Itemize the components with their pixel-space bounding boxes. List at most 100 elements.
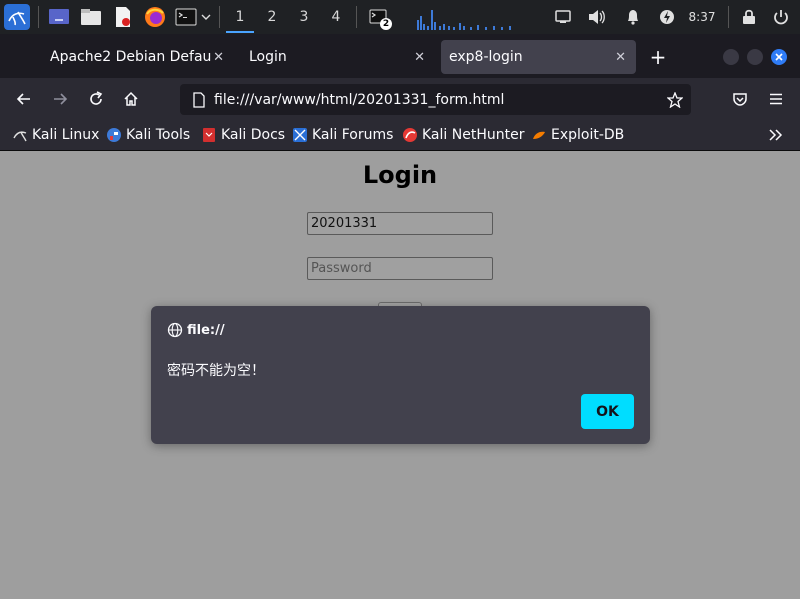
tab-close-icon[interactable]: ✕ — [414, 40, 425, 74]
workspace-label: 3 — [299, 9, 309, 25]
folder-icon — [81, 9, 101, 25]
tab-strip: Apache2 Debian Default Page ✕ Login ✕ ex… — [0, 34, 800, 78]
window-count-badge: 2 — [380, 18, 392, 30]
lock-screen-button[interactable] — [738, 0, 760, 34]
text-editor-button[interactable] — [107, 0, 139, 34]
cpu-graph — [417, 10, 511, 30]
home-icon — [124, 91, 138, 106]
taskbar-separator — [38, 6, 39, 28]
taskbar-separator — [356, 6, 357, 28]
password-input[interactable] — [307, 257, 493, 280]
bookmark-kali-tools[interactable]: Kali Tools — [106, 120, 190, 150]
volume-icon — [589, 10, 605, 24]
tab-label: Login — [249, 49, 287, 65]
power-manager-button[interactable] — [656, 0, 678, 34]
terminal-icon — [175, 8, 197, 26]
navigation-toolbar: file:///var/www/html/20201331_form.html — [0, 78, 800, 120]
kali-docs-icon — [203, 128, 215, 142]
desktop-icon — [49, 9, 69, 24]
tab-label: Apache2 Debian Default Page — [50, 49, 216, 65]
tab-close-icon[interactable]: ✕ — [615, 40, 626, 74]
page-title: Login — [362, 161, 438, 189]
reload-icon — [90, 91, 103, 105]
bookmark-label: Kali Tools — [126, 127, 191, 143]
bookmark-kali-docs[interactable]: Kali Docs — [201, 120, 285, 150]
battery-charging-icon — [660, 10, 674, 24]
maximize-window-button[interactable] — [747, 49, 763, 65]
reload-button[interactable] — [82, 78, 110, 120]
network-icon — [555, 10, 571, 23]
hamburger-menu-icon — [770, 93, 782, 105]
terminal-window-button[interactable]: 2 — [361, 0, 395, 34]
pocket-icon — [733, 93, 747, 106]
firefox-launcher-button[interactable] — [139, 0, 171, 34]
bookmark-kali-linux[interactable]: Kali Linux — [12, 120, 99, 150]
url-text: file:///var/www/html/20201331_form.html — [214, 91, 505, 108]
bookmark-label: Kali NetHunter — [422, 127, 525, 143]
tab-login[interactable]: Login ✕ — [240, 40, 435, 74]
chevron-down-icon — [201, 14, 211, 20]
firefox-icon — [145, 7, 165, 27]
workspace-2[interactable]: 2 — [256, 0, 288, 34]
home-button[interactable] — [117, 78, 145, 120]
workspace-label: 2 — [267, 9, 277, 25]
workspace-label: 4 — [331, 9, 341, 25]
app-menu-button[interactable] — [762, 78, 790, 120]
bookmark-label: Exploit-DB — [551, 127, 625, 143]
bookmark-label: Kali Forums — [312, 127, 394, 143]
bell-icon — [628, 10, 638, 25]
lock-icon — [743, 9, 755, 24]
notifications-button[interactable] — [622, 0, 644, 34]
bookmark-exploit-db[interactable]: Exploit-DB — [531, 120, 624, 150]
network-button[interactable] — [552, 0, 574, 34]
bookmark-label: Kali Docs — [221, 127, 286, 143]
tab-exp8-login[interactable]: exp8-login ✕ — [441, 40, 636, 74]
back-button[interactable] — [10, 78, 38, 120]
terminal-launcher-button[interactable] — [171, 0, 215, 34]
dialog-message: 密码不能为空！ — [167, 363, 265, 379]
taskbar-separator — [219, 6, 220, 28]
kali-dragon-icon — [4, 4, 30, 30]
bookmarks-overflow-button[interactable] — [768, 120, 784, 150]
ok-button[interactable]: OK — [581, 394, 634, 429]
workspace-4[interactable]: 4 — [320, 0, 352, 34]
power-icon — [774, 10, 788, 25]
kali-dragon-icon — [13, 131, 27, 142]
workspace-3[interactable]: 3 — [288, 0, 320, 34]
bookmark-kali-nethunter[interactable]: Kali NetHunter — [402, 120, 524, 150]
logout-button[interactable] — [770, 0, 792, 34]
tab-apache2-default[interactable]: Apache2 Debian Default Page ✕ — [40, 40, 230, 74]
globe-icon — [167, 322, 183, 338]
dialog-origin: file:// — [167, 322, 225, 338]
forward-button[interactable] — [46, 78, 74, 120]
new-tab-button[interactable]: + — [646, 40, 670, 74]
tab-label: exp8-login — [449, 49, 523, 65]
bookmarks-toolbar: Kali Linux Kali Tools Kali Docs Kali For… — [0, 120, 800, 151]
close-window-button[interactable] — [771, 49, 787, 65]
taskbar-separator — [728, 6, 729, 28]
volume-button[interactable] — [586, 0, 608, 34]
clock[interactable]: 8:37 — [684, 0, 720, 34]
system-taskbar: 1 2 3 4 2 8:37 — [0, 0, 800, 34]
kali-menu-button[interactable] — [0, 0, 34, 34]
minimize-window-button[interactable] — [723, 49, 739, 65]
url-bar[interactable]: file:///var/www/html/20201331_form.html — [180, 84, 691, 115]
exploit-db-icon — [533, 131, 545, 139]
bookmark-label: Kali Linux — [32, 127, 100, 143]
tab-close-icon[interactable]: ✕ — [211, 40, 224, 74]
username-input[interactable] — [307, 212, 493, 235]
kali-tools-icon — [107, 128, 121, 142]
show-desktop-button[interactable] — [43, 0, 75, 34]
pocket-button[interactable] — [726, 78, 754, 120]
dialog-origin-text: file:// — [187, 322, 225, 338]
chevron-double-right-icon — [769, 129, 783, 141]
file-manager-button[interactable] — [75, 0, 107, 34]
bookmark-kali-forums[interactable]: Kali Forums — [292, 120, 393, 150]
alert-dialog: file:// 密码不能为空！ OK — [151, 306, 650, 444]
text-editor-icon — [116, 7, 130, 27]
bookmark-star-icon[interactable] — [667, 92, 683, 108]
kali-forums-icon — [293, 128, 307, 142]
workspace-1[interactable]: 1 — [224, 0, 256, 34]
close-icon — [775, 53, 783, 61]
kali-nethunter-icon — [403, 128, 417, 142]
